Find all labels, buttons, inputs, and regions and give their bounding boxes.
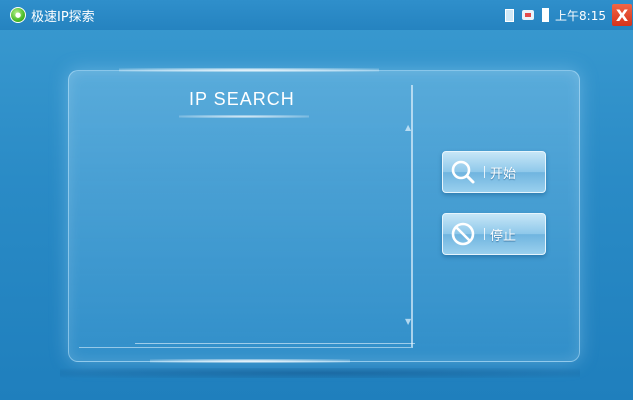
stop-button-label: 停止 — [490, 228, 517, 244]
search-icon — [448, 157, 478, 187]
status-area: 上午8:15 X — [505, 0, 633, 30]
title-bar: ● 极速IP探索 上午8:15 X — [0, 0, 633, 30]
button-separator — [484, 228, 485, 240]
scroll-up-icon[interactable]: ▲ — [405, 123, 411, 132]
app-title: 极速IP探索 — [31, 9, 95, 25]
scroll-down-icon[interactable]: ▼ — [405, 317, 411, 326]
start-button[interactable]: 开始 — [442, 151, 546, 193]
bottom-highlight — [150, 359, 350, 363]
heading-underline — [179, 115, 309, 118]
ip-result-list[interactable]: IP SEARCH ▲ ▼ — [79, 85, 415, 348]
close-button[interactable]: X — [612, 4, 632, 26]
sd-card-icon — [505, 8, 515, 22]
panel-shadow — [60, 368, 580, 378]
button-separator — [484, 166, 485, 178]
app-logo-icon: ● — [10, 7, 26, 23]
ip-search-heading: IP SEARCH — [189, 89, 295, 109]
network-icon — [522, 10, 535, 20]
battery-icon — [542, 8, 550, 22]
panel-highlight — [119, 68, 379, 72]
stop-icon — [448, 219, 478, 249]
clock-time: 上午8:15 — [555, 8, 606, 23]
start-button-label: 开始 — [490, 166, 517, 182]
list-divider — [135, 343, 415, 344]
ip-search-panel: IP SEARCH ▲ ▼ 开始 停止 — [68, 68, 580, 362]
stop-button[interactable]: 停止 — [442, 213, 546, 255]
